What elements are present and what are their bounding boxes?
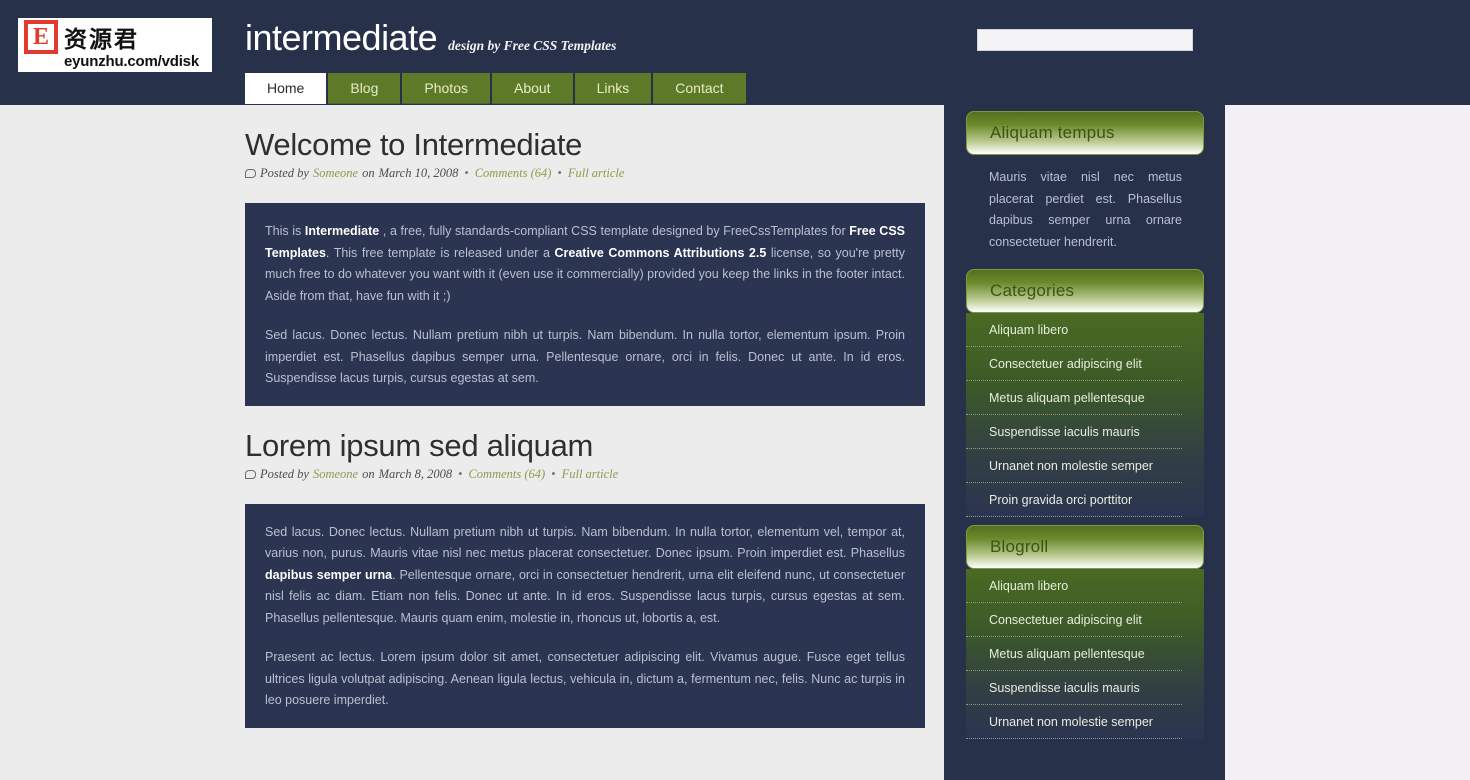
post-meta: Posted by Someone on March 8, 2008 • Com… <box>245 467 925 482</box>
post-title: Lorem ipsum sed aliquam <box>245 427 594 463</box>
list-item[interactable]: Proin gravida orci porttitor <box>966 483 1182 517</box>
post-paragraph: This is Intermediate , a free, fully sta… <box>265 224 905 303</box>
sidebar: Aliquam tempus Mauris vitae nisl nec met… <box>966 105 1204 747</box>
nav-item-home[interactable]: Home <box>245 73 327 104</box>
watermark-logo: E 资源君 eyunzhu.com/vdisk <box>18 18 212 72</box>
post-meta: Posted by Someone on March 10, 2008 • Co… <box>245 166 925 181</box>
post-body: This is Intermediate , a free, fully sta… <box>245 203 925 406</box>
meta-separator: • <box>464 166 469 180</box>
logo-row: E 资源君 <box>24 20 139 54</box>
widget-header: Aliquam tempus <box>966 111 1204 155</box>
main-content: Welcome to Intermediate Posted by Someon… <box>245 105 925 736</box>
post-paragraph: Praesent ac lectus. Lorem ipsum dolor si… <box>265 650 905 707</box>
logo-url-text: eyunzhu.com/vdisk <box>64 53 199 70</box>
sidebar-widget-aliquam-tempus: Aliquam tempus Mauris vitae nisl nec met… <box>966 111 1204 261</box>
post-meta-on: on <box>362 166 375 180</box>
logo-e-icon: E <box>24 20 58 54</box>
widget-text: Mauris vitae nisl nec metus placerat per… <box>989 170 1182 249</box>
site-title-block: intermediate design by Free CSS Template… <box>245 20 616 56</box>
search-input[interactable] <box>977 29 1193 51</box>
list-item[interactable]: Suspendisse iaculis mauris <box>966 671 1182 705</box>
categories-list: Aliquam libero Consectetuer adipiscing e… <box>966 313 1204 517</box>
post-paragraph: Sed lacus. Donec lectus. Nullam pretium … <box>265 524 905 625</box>
comment-bubble-icon <box>245 469 256 479</box>
logo-letter: E <box>28 24 54 50</box>
comment-bubble-icon <box>245 169 256 178</box>
widget-title: Blogroll <box>990 537 1049 556</box>
post-comments-link[interactable]: Comments (64) <box>468 467 545 482</box>
widget-title: Categories <box>990 281 1075 300</box>
list-item[interactable]: Aliquam libero <box>966 313 1182 347</box>
logo-chinese-text: 资源君 <box>64 27 139 53</box>
post-meta-on: on <box>362 466 375 481</box>
site-title: intermediate <box>245 17 438 58</box>
list-item[interactable]: Aliquam libero <box>966 569 1182 603</box>
blogroll-list: Aliquam libero Consectetuer adipiscing e… <box>966 569 1204 739</box>
widget-header: Categories <box>966 269 1204 313</box>
post-body: Sed lacus. Donec lectus. Nullam pretium … <box>245 503 925 728</box>
site-tagline: design by Free CSS Templates <box>448 38 617 53</box>
meta-separator: • <box>458 466 463 481</box>
list-item[interactable]: Metus aliquam pellentesque <box>966 637 1182 671</box>
nav-item-links[interactable]: Links <box>574 73 652 104</box>
list-item[interactable]: Consectetuer adipiscing elit <box>966 603 1182 637</box>
nav-item-about[interactable]: About <box>491 73 573 104</box>
list-item[interactable]: Urnanet non molestie semper <box>966 705 1182 739</box>
nav-item-photos[interactable]: Photos <box>402 73 490 104</box>
widget-title: Aliquam tempus <box>990 123 1115 142</box>
main-navigation: Home Blog Photos About Links Contact <box>245 73 748 104</box>
meta-separator: • <box>551 466 556 481</box>
list-item[interactable]: Metus aliquam pellentesque <box>966 381 1182 415</box>
list-item[interactable]: Suspendisse iaculis mauris <box>966 415 1182 449</box>
list-item[interactable]: Urnanet non molestie semper <box>966 449 1182 483</box>
post-meta-posted-by: Posted by <box>260 166 309 180</box>
post-title: Welcome to Intermediate <box>245 127 583 162</box>
meta-separator: • <box>557 166 562 180</box>
post-date: March 10, 2008 <box>378 166 459 180</box>
post-entry: Lorem ipsum sed aliquam Posted by Someon… <box>245 426 925 728</box>
list-item[interactable]: Consectetuer adipiscing elit <box>966 347 1182 381</box>
post-full-article-link[interactable]: Full article <box>568 166 625 181</box>
right-gutter-background <box>1225 105 1470 780</box>
widget-header: Blogroll <box>966 525 1204 569</box>
post-date: March 8, 2008 <box>378 466 453 481</box>
sidebar-widget-blogroll: Blogroll Aliquam libero Consectetuer adi… <box>966 525 1204 739</box>
nav-item-contact[interactable]: Contact <box>653 73 746 104</box>
post-comments-link[interactable]: Comments (64) <box>475 166 552 181</box>
post-author-link[interactable]: Someone <box>313 467 358 482</box>
sidebar-widget-categories: Categories Aliquam libero Consectetuer a… <box>966 269 1204 517</box>
post-meta-posted-by: Posted by <box>260 466 309 481</box>
post-entry: Welcome to Intermediate Posted by Someon… <box>245 125 925 406</box>
post-paragraph: Sed lacus. Donec lectus. Nullam pretium … <box>265 328 905 385</box>
post-author-link[interactable]: Someone <box>313 166 358 181</box>
post-full-article-link[interactable]: Full article <box>562 467 619 482</box>
nav-item-blog[interactable]: Blog <box>328 73 401 104</box>
